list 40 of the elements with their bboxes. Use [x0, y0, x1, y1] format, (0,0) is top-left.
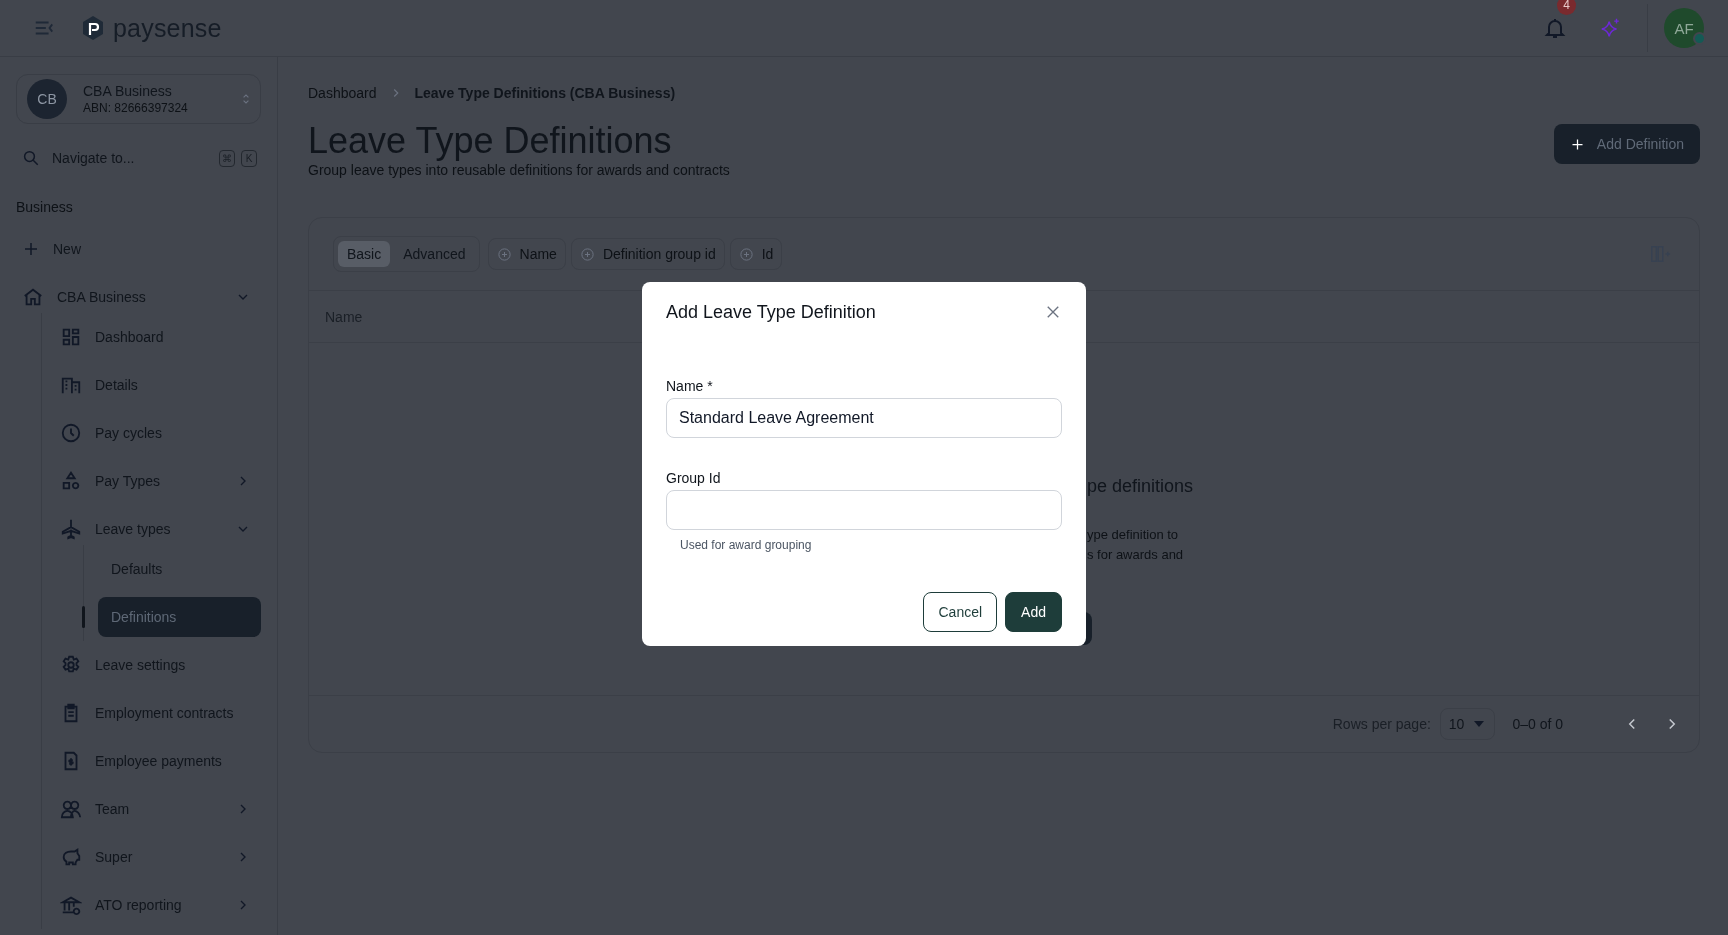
- cancel-button[interactable]: Cancel: [923, 592, 998, 632]
- up-down-chevron-icon: [242, 92, 250, 106]
- search-icon: [22, 149, 40, 167]
- caret-icon: [1474, 721, 1485, 727]
- home-icon: [22, 286, 44, 308]
- bell-icon[interactable]: [1543, 16, 1567, 40]
- nav-subitem[interactable]: Definitions: [98, 597, 261, 637]
- clock-icon: [60, 422, 82, 444]
- breadcrumb-link[interactable]: Dashboard: [308, 85, 377, 101]
- business-abn: ABN: 82666397324: [83, 101, 189, 115]
- input-field[interactable]: Standard Leave Agreement: [666, 398, 1062, 438]
- user-avatar[interactable]: AF: [1664, 8, 1704, 48]
- page-subtitle: Group leave types into reusable definitions for awards and contracts: [308, 162, 731, 178]
- notification-badge: 4: [1557, 0, 1576, 15]
- plus-icon: [22, 240, 40, 258]
- plus-circle-icon: [579, 246, 595, 262]
- business-avatar: CB: [27, 79, 67, 119]
- bank-icon: [60, 894, 82, 916]
- add-button[interactable]: Add: [1005, 592, 1062, 632]
- filter-chip[interactable]: Definition group id: [570, 238, 725, 270]
- plane-icon: [60, 518, 82, 540]
- field-label: Name *: [666, 378, 714, 394]
- people-icon: [60, 798, 82, 820]
- plus-circle-icon: [496, 246, 512, 262]
- logo-icon: [81, 15, 105, 41]
- dashboard-icon: [60, 326, 82, 348]
- sparkle-icon[interactable]: [1600, 17, 1622, 39]
- filter-chip[interactable]: Id: [729, 238, 783, 270]
- piggy-bank-icon: [60, 846, 82, 868]
- mode-tab[interactable]: Basic: [338, 241, 391, 267]
- dialog-title: Add Leave Type Definition: [666, 301, 876, 323]
- keyboard-key: ⌘: [219, 149, 235, 167]
- input-field[interactable]: [666, 490, 1062, 530]
- plus-circle-icon: [738, 246, 754, 262]
- field-label: Group Id: [666, 470, 722, 486]
- field-hint: Used for award grouping: [680, 538, 813, 552]
- shapes-icon: [60, 470, 82, 492]
- section-label: Business: [16, 199, 74, 215]
- add-definition-button[interactable]: Add Definition: [1553, 124, 1700, 164]
- filter-chip[interactable]: Name: [487, 238, 566, 270]
